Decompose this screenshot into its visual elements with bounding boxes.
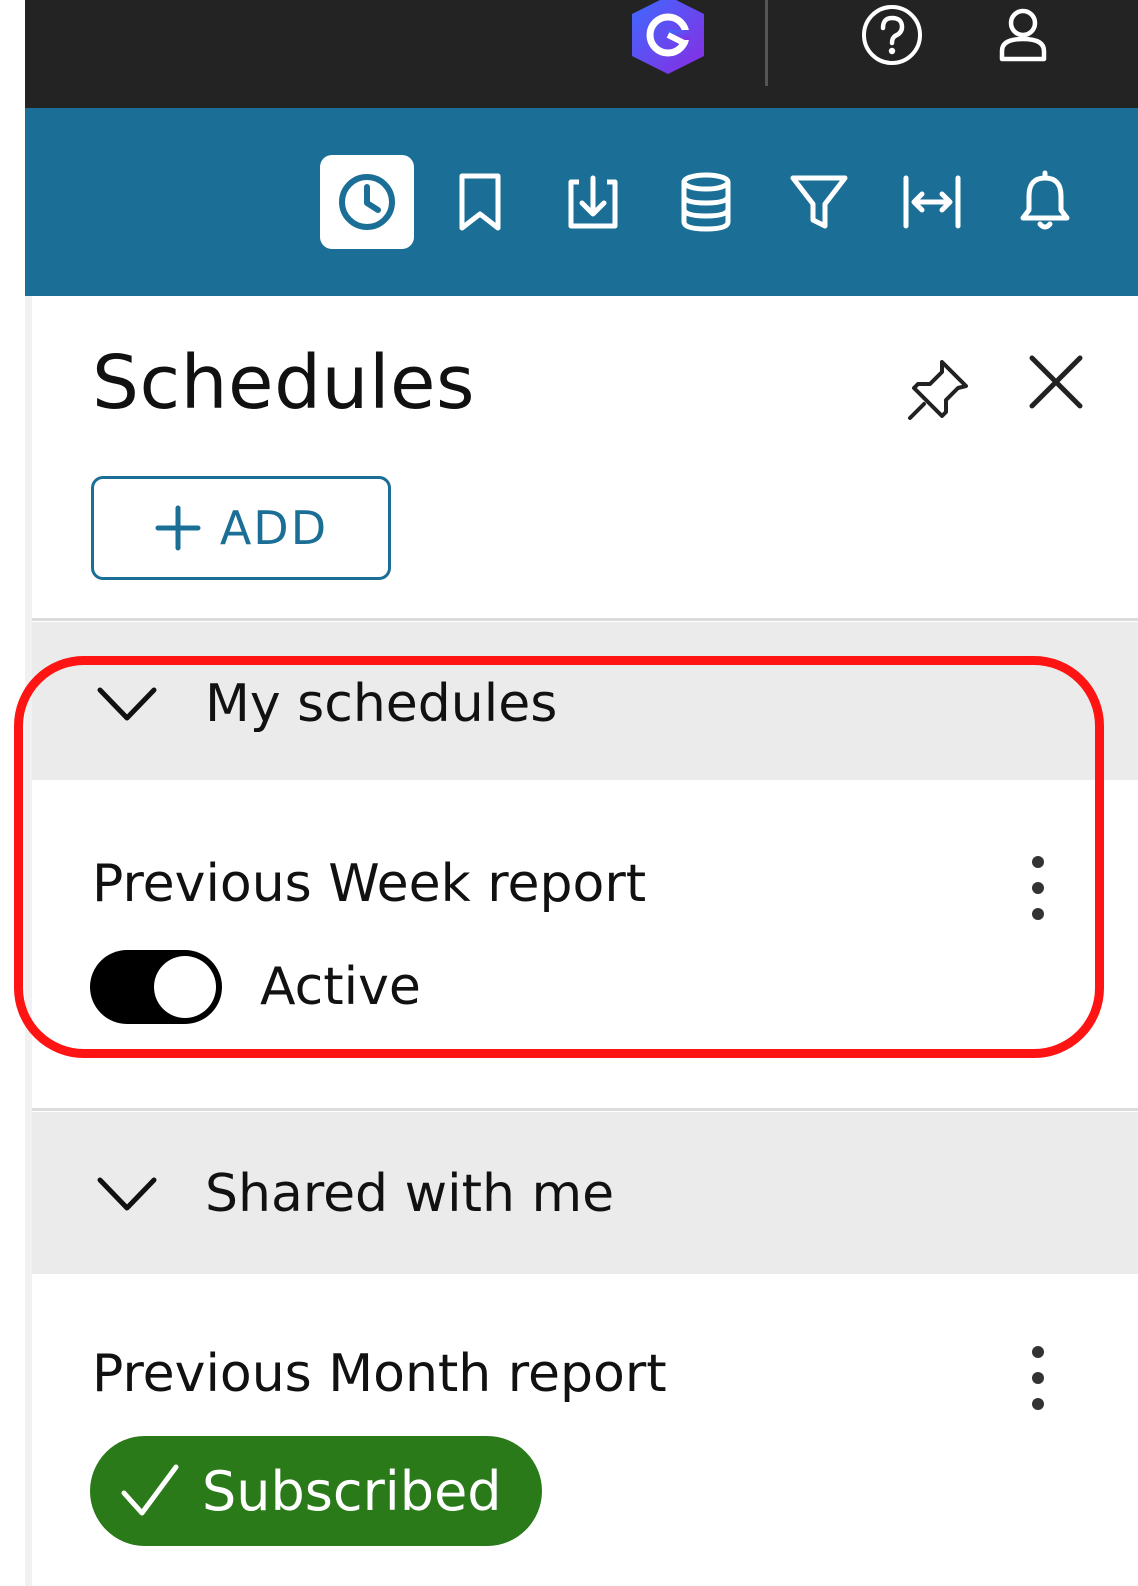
user-icon[interactable] [988, 3, 1058, 67]
section-label-my-schedules: My schedules [205, 674, 558, 734]
top-bar [25, 0, 1138, 108]
fit-width-button[interactable] [885, 155, 979, 249]
schedules-button[interactable] [320, 155, 414, 249]
subscribed-label: Subscribed [202, 1459, 502, 1523]
export-button[interactable] [546, 155, 640, 249]
datasets-button[interactable] [659, 155, 753, 249]
help-icon[interactable] [856, 3, 928, 67]
bell-icon [1020, 170, 1070, 230]
left-gutter [0, 0, 25, 1586]
add-button-label: ADD [219, 501, 329, 555]
schedule-name: Previous Week report [92, 854, 647, 914]
filter-icon [790, 175, 848, 229]
alerts-button[interactable] [998, 155, 1092, 249]
divider [32, 1108, 1138, 1111]
app-logo-icon[interactable] [624, 0, 712, 76]
chevron-down-icon[interactable] [96, 1174, 158, 1214]
panel-title: Schedules [92, 340, 476, 426]
schedule-clock-icon [339, 174, 395, 230]
chevron-down-icon[interactable] [96, 684, 158, 724]
toggle-status-label: Active [260, 957, 421, 1017]
bookmark-icon [459, 173, 501, 231]
fit-width-icon [903, 175, 961, 229]
checkmark-icon [121, 1464, 179, 1516]
divider [32, 618, 1138, 621]
panel-border [25, 296, 32, 1586]
toggle-knob [154, 956, 216, 1018]
pin-icon[interactable] [902, 354, 974, 426]
filters-button[interactable] [772, 155, 866, 249]
schedule-name: Previous Month report [92, 1344, 667, 1404]
more-options-icon[interactable] [1020, 1342, 1056, 1416]
topbar-divider [765, 0, 768, 86]
subscribed-badge[interactable]: Subscribed [90, 1436, 542, 1546]
section-my-schedules[interactable] [32, 622, 1138, 780]
close-icon[interactable] [1024, 350, 1088, 414]
add-schedule-button[interactable]: ADD [91, 476, 391, 580]
section-label-shared-with-me: Shared with me [205, 1164, 615, 1224]
download-icon [568, 175, 618, 229]
active-toggle[interactable] [90, 950, 222, 1024]
plus-icon [155, 505, 201, 551]
more-options-icon[interactable] [1020, 852, 1056, 926]
dataset-icon [681, 172, 731, 232]
bookmarks-button[interactable] [433, 155, 527, 249]
